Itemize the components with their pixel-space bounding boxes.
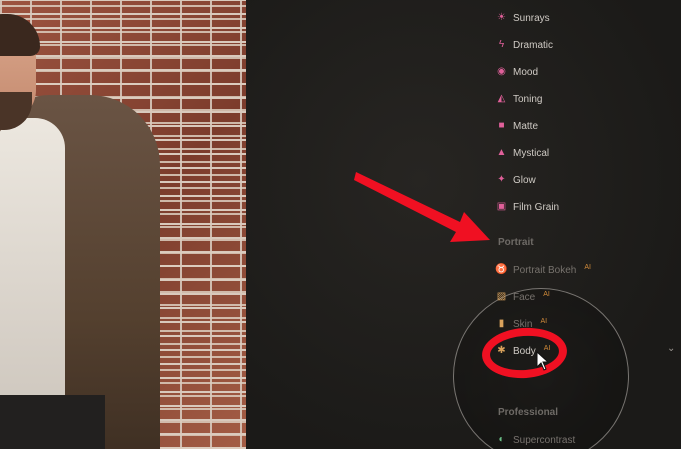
menu-item-dramatic[interactable]: ϟ Dramatic [496, 34, 553, 56]
photo-preview [0, 0, 246, 449]
mystical-icon: ▲ [496, 147, 507, 158]
mood-icon: ◉ [497, 66, 506, 77]
menu-item-mood[interactable]: ◉ Mood [496, 61, 538, 83]
menu-item-label: Matte [513, 120, 539, 132]
menu-item-label: Supercontrast [513, 434, 576, 446]
menu-item-toning[interactable]: ◭ Toning [496, 88, 543, 110]
menu-item-label: Mood [513, 66, 539, 78]
menu-item-film-grain[interactable]: ▣ Film Grain [496, 196, 559, 218]
menu-item-mystical[interactable]: ▲ Mystical [496, 142, 550, 164]
menu-item-label: Sunrays [513, 12, 550, 24]
menu-item-label: Film Grain [513, 201, 560, 213]
person-pants [0, 395, 105, 449]
face-icon: ▧ [496, 291, 507, 302]
toning-icon: ◭ [497, 93, 506, 104]
glow-icon: ✦ [497, 174, 506, 185]
menu-item-face[interactable]: ▧ Face AI [496, 286, 550, 308]
film-grain-icon: ▣ [496, 201, 507, 212]
menu-item-label: Toning [513, 93, 543, 105]
menu-item-label: Face [513, 291, 536, 303]
menu-item-label: Dramatic [513, 39, 554, 51]
mouse-cursor-icon [536, 351, 550, 371]
menu-item-supercontrast[interactable]: ◐ Supercontrast [496, 429, 575, 449]
matte-icon: ■ [498, 120, 505, 131]
menu-item-sunrays[interactable]: ☀ Sunrays [496, 7, 550, 29]
ai-badge: AI [540, 317, 548, 325]
menu-item-label: Portrait Bokeh [513, 264, 577, 276]
dramatic-icon: ϟ [498, 39, 505, 50]
menu-item-label: Glow [513, 174, 536, 186]
ai-badge: AI [584, 263, 591, 271]
menu-item-label: Mystical [513, 147, 550, 159]
section-header-professional: Professional [498, 407, 559, 418]
menu-item-glow[interactable]: ✦ Glow [496, 169, 536, 191]
menu-item-matte[interactable]: ■ Matte [496, 115, 538, 137]
portrait-bokeh-icon: ♉ [495, 264, 508, 275]
menu-item-portrait-bokeh[interactable]: ♉ Portrait Bokeh AI [495, 259, 591, 281]
supercontrast-icon: ◐ [498, 434, 505, 445]
skin-icon: ▮ [498, 318, 505, 329]
person-shirt [0, 118, 65, 408]
chevron-down-icon[interactable]: ⌄ [667, 343, 675, 354]
sunrays-icon: ☀ [497, 12, 506, 23]
ai-badge: AI [543, 290, 550, 298]
section-header-portrait: Portrait [498, 237, 534, 248]
annotation-arrow [354, 172, 490, 242]
